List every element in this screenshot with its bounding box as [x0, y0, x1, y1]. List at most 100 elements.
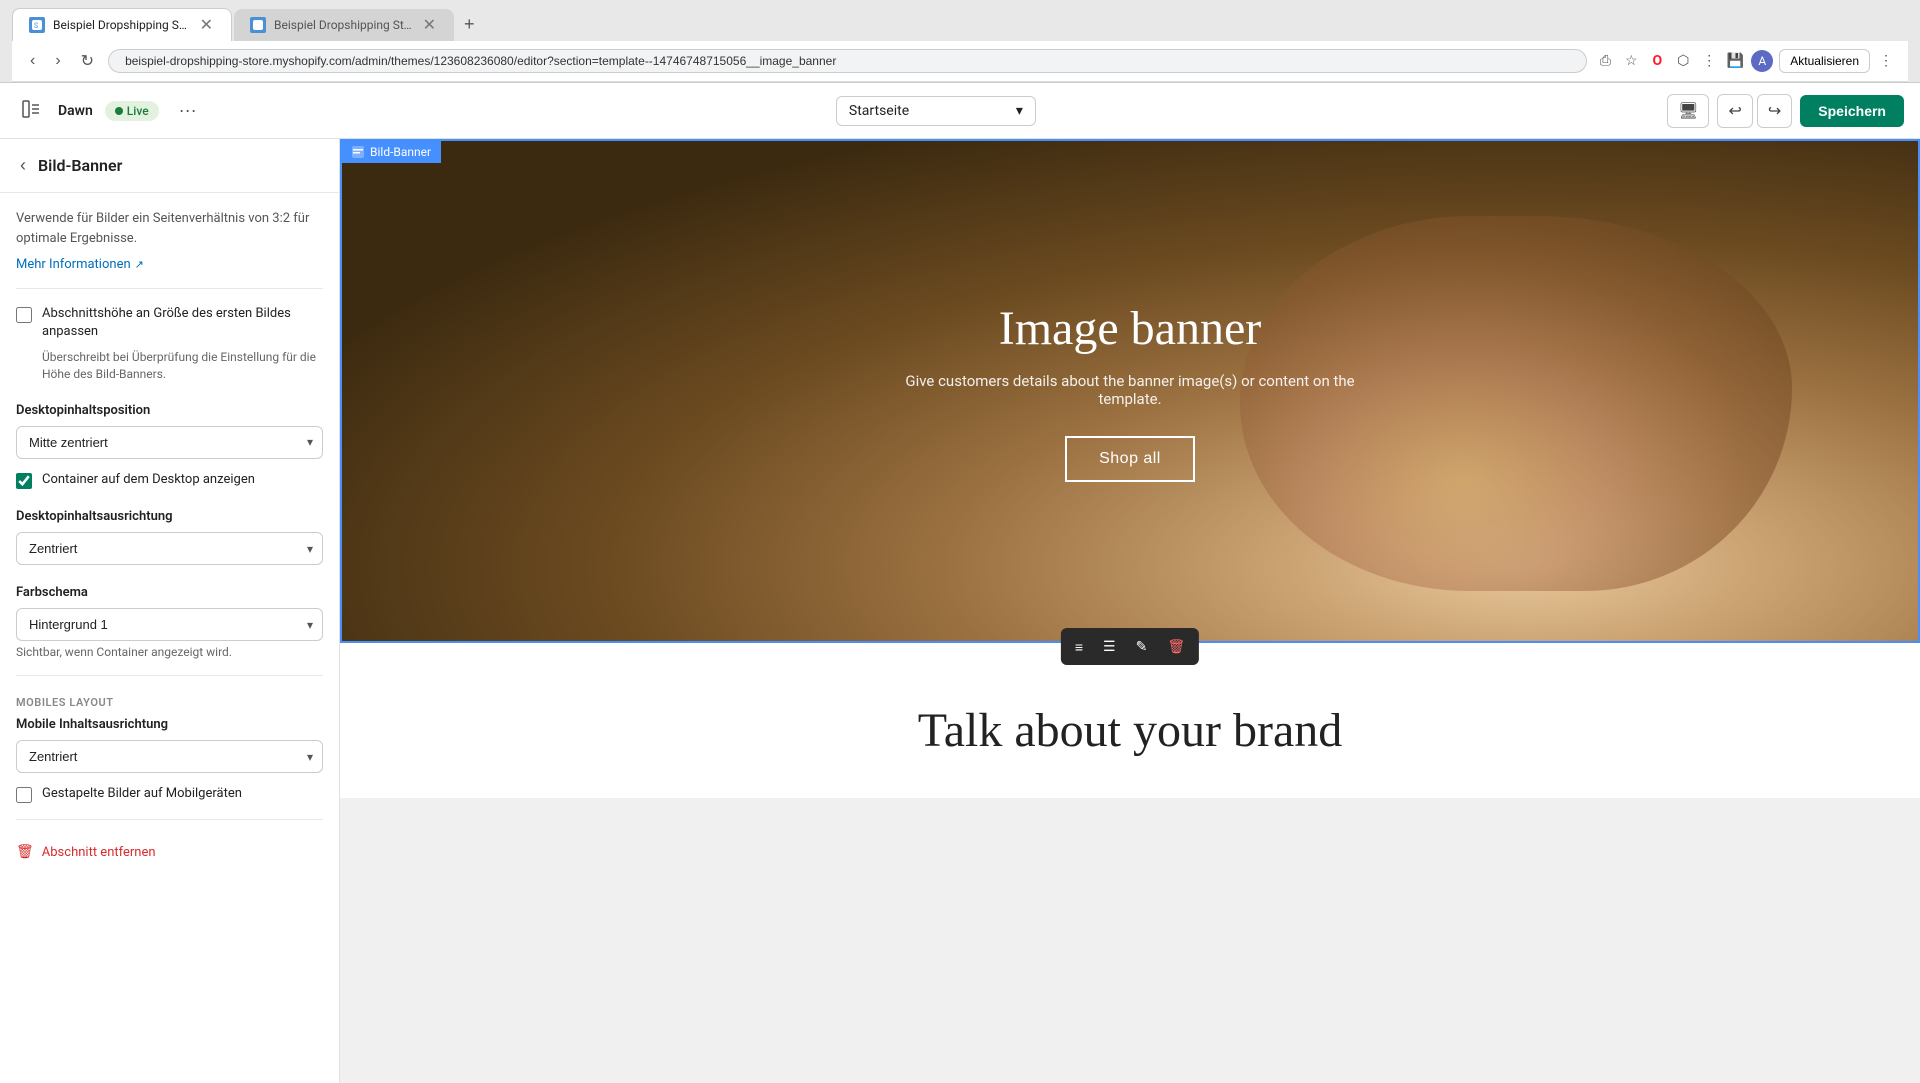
toolbar-edit-button[interactable]: ✎ — [1128, 632, 1156, 661]
banner-title: Image banner — [880, 301, 1380, 356]
live-label: Live — [127, 104, 149, 118]
alignment-select[interactable]: Zentriert — [16, 532, 323, 565]
sidebar-toggle-button[interactable] — [16, 94, 46, 127]
save-button[interactable]: Speichern — [1800, 95, 1904, 127]
banner-background: Image banner Give customers details abou… — [342, 141, 1918, 641]
preview-frame: Bild-Banner Image banner Give custom — [340, 139, 1920, 1083]
tab-favicon-1: S — [29, 17, 45, 33]
desktop-position-label: Desktopinhaltsposition — [16, 403, 323, 418]
link-text: Mehr Informationen — [16, 257, 131, 272]
back-nav-button[interactable]: ‹ — [24, 48, 41, 74]
refresh-nav-button[interactable]: ↻ — [75, 47, 100, 75]
alignment-section: Desktopinhaltsausrichtung Zentriert ▾ — [16, 509, 323, 565]
topbar-right: 🖥 ↩ ↪ Speichern — [1667, 94, 1904, 128]
panel-header: ‹ Bild-Banner — [0, 139, 339, 193]
forward-nav-button[interactable]: › — [49, 48, 66, 74]
mobile-section: MOBILES LAYOUT Mobile Inhaltsausrichtung… — [16, 696, 323, 803]
brand-section: Talk about your brand — [340, 643, 1920, 798]
browser-chrome: S Beispiel Dropshipping Store ·... ✕ Bei… — [0, 0, 1920, 83]
tab-close-2[interactable]: ✕ — [421, 17, 438, 33]
banner-wrapper: Bild-Banner Image banner Give custom — [340, 139, 1920, 643]
divider-1 — [16, 288, 323, 289]
save-icon[interactable]: 💾 — [1725, 51, 1745, 71]
app: Dawn Live ··· Startseite ▾ 🖥 ↩ ↪ Speiche… — [0, 83, 1920, 1083]
panel-content: Verwende für Bilder ein Seitenverhältnis… — [0, 193, 339, 884]
alignment-label: Desktopinhaltsausrichtung — [16, 509, 323, 524]
toolbar-align-left-button[interactable]: ≡ — [1067, 633, 1091, 661]
mobile-align-label: Mobile Inhaltsausrichtung — [16, 717, 323, 732]
preview-inner: Bild-Banner Image banner Give custom — [340, 139, 1920, 798]
color-helper: Sichtbar, wenn Container angezeigt wird. — [16, 645, 323, 659]
stacked-checkbox-row: Gestapelte Bilder auf Mobilgeräten — [16, 785, 323, 803]
container-checkbox[interactable] — [16, 473, 32, 489]
topbar: Dawn Live ··· Startseite ▾ 🖥 ↩ ↪ Speiche… — [0, 83, 1920, 139]
back-button[interactable]: ‹ — [16, 153, 30, 178]
aktualisieren-button[interactable]: Aktualisieren — [1779, 49, 1870, 73]
browser-tab-2[interactable]: Beispiel Dropshipping Store ✕ — [234, 9, 454, 41]
color-select[interactable]: Hintergrund 1 — [16, 608, 323, 641]
tab-title-2: Beispiel Dropshipping Store — [274, 18, 413, 32]
section-height-checkbox[interactable] — [16, 307, 32, 323]
banner-content: Image banner Give customers details abou… — [880, 301, 1380, 482]
container-checkbox-row: Container auf dem Desktop anzeigen — [16, 471, 323, 489]
menu-icon[interactable]: ⋮ — [1699, 51, 1719, 71]
left-panel: ‹ Bild-Banner Verwende für Bilder ein Se… — [0, 139, 340, 1083]
toolbar-delete-button[interactable]: 🗑 — [1159, 632, 1193, 661]
panel-description: Verwende für Bilder ein Seitenverhältnis… — [16, 209, 323, 248]
browser-tab-active[interactable]: S Beispiel Dropshipping Store ·... ✕ — [12, 8, 232, 41]
url-input[interactable] — [108, 49, 1587, 73]
banner-label: Bild-Banner — [342, 141, 441, 163]
color-label: Farbschema — [16, 585, 323, 600]
page-selector[interactable]: Startseite ▾ — [836, 96, 1036, 126]
tab-favicon-2 — [250, 17, 266, 33]
container-label: Container auf dem Desktop anzeigen — [42, 471, 255, 489]
desktop-position-select[interactable]: Mitte zentriert — [16, 426, 323, 459]
float-toolbar: ≡ ☰ ✎ 🗑 — [1061, 628, 1199, 665]
section-height-row: Abschnittshöhe an Größe des ersten Bilde… — [16, 305, 323, 341]
dots-icon[interactable]: ⋮ — [1876, 51, 1896, 71]
page-selector-text: Startseite — [849, 103, 909, 119]
color-section: Farbschema Hintergrund 1 ▾ Sichtbar, wen… — [16, 585, 323, 659]
undo-redo: ↩ ↪ — [1717, 94, 1792, 128]
stacked-checkbox[interactable] — [16, 787, 32, 803]
mobile-align-select[interactable]: Zentriert — [16, 740, 323, 773]
browser-url-bar: ‹ › ↻ ⎙ ☆ O ⬡ ⋮ 💾 A Aktualisieren ⋮ — [12, 41, 1908, 82]
extension-icon[interactable]: ⬡ — [1673, 51, 1693, 71]
account-icon[interactable]: A — [1751, 50, 1773, 72]
live-dot — [115, 107, 123, 115]
tab-close-1[interactable]: ✕ — [198, 17, 215, 33]
more-button[interactable]: ··· — [171, 96, 205, 125]
divider-2 — [16, 675, 323, 676]
banner-subtitle: Give customers details about the banner … — [880, 372, 1380, 408]
topbar-center: Startseite ▾ — [217, 96, 1656, 126]
main: ‹ Bild-Banner Verwende für Bilder ein Se… — [0, 139, 1920, 1083]
toolbar-align-center-button[interactable]: ☰ — [1095, 632, 1124, 661]
browser-tabs: S Beispiel Dropshipping Store ·... ✕ Bei… — [12, 8, 1908, 41]
theme-name: Dawn — [58, 103, 93, 119]
redo-button[interactable]: ↪ — [1757, 94, 1792, 128]
opera-icon[interactable]: O — [1647, 51, 1667, 71]
undo-button[interactable]: ↩ — [1717, 94, 1752, 128]
desktop-position-section: Desktopinhaltsposition Mitte zentriert ▾ — [16, 403, 323, 459]
mehr-informationen-link[interactable]: Mehr Informationen ↗ — [16, 257, 144, 272]
live-badge: Live — [105, 101, 159, 121]
delete-section-row[interactable]: 🗑 Abschnitt entfernen — [16, 836, 323, 868]
new-tab-button[interactable]: + — [456, 10, 483, 39]
desktop-view-button[interactable]: 🖥 — [1667, 94, 1709, 128]
preview-area: Bild-Banner Image banner Give custom — [340, 139, 1920, 1083]
divider-3 — [16, 819, 323, 820]
mobile-section-label: MOBILES LAYOUT — [16, 696, 323, 709]
alignment-select-wrapper: Zentriert ▾ — [16, 532, 323, 565]
trash-icon: 🗑 — [16, 844, 34, 860]
shop-all-button[interactable]: Shop all — [1065, 436, 1195, 482]
share-icon[interactable]: ⎙ — [1595, 51, 1615, 71]
topbar-left: Dawn Live ··· — [16, 94, 205, 127]
desktop-position-select-wrapper: Mitte zentriert ▾ — [16, 426, 323, 459]
panel-title: Bild-Banner — [38, 156, 122, 175]
svg-text:S: S — [34, 22, 38, 30]
tab-title-1: Beispiel Dropshipping Store ·... — [53, 18, 190, 32]
external-link-icon: ↗ — [135, 258, 144, 271]
delete-label: Abschnitt entfernen — [42, 845, 156, 860]
star-icon[interactable]: ☆ — [1621, 51, 1641, 71]
banner-label-text: Bild-Banner — [370, 145, 431, 159]
